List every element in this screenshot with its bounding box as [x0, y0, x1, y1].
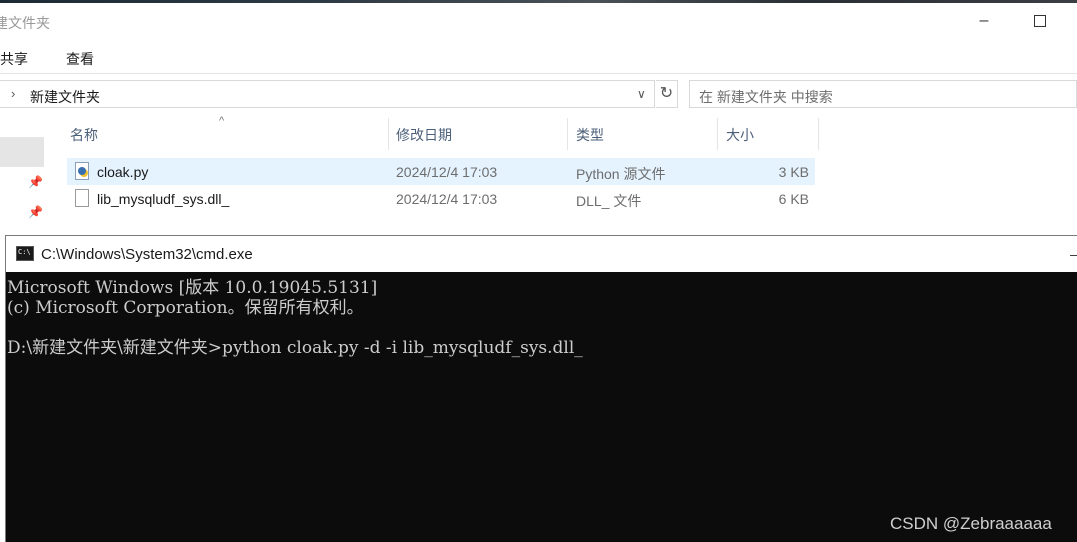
chevron-down-icon[interactable]: ∨	[637, 87, 646, 101]
console-line: (c) Microsoft Corporation。保留所有权利。	[7, 298, 364, 318]
column-divider[interactable]	[567, 118, 568, 150]
column-header-name[interactable]: 名称	[70, 113, 388, 153]
window-title: 建文件夹	[0, 15, 50, 31]
pin-icon: 📌	[28, 175, 43, 189]
file-size: 3 KB	[778, 164, 809, 180]
cmd-window[interactable]: C:\Windows\System32\cmd.exe – Microsoft …	[5, 235, 1077, 542]
tab-share[interactable]: 共享	[0, 49, 28, 69]
file-name: lib_mysqludf_sys.dll_	[97, 191, 230, 207]
cmd-title-bar[interactable]: C:\Windows\System32\cmd.exe –	[6, 236, 1077, 272]
minimize-icon[interactable]: –	[1070, 246, 1077, 262]
address-bar[interactable]: › 新建文件夹 ∨	[0, 80, 655, 108]
generic-file-icon	[75, 189, 89, 207]
ribbon: 共享 查看	[0, 40, 1077, 74]
column-header-size[interactable]: 大小	[726, 113, 816, 153]
column-header-modified[interactable]: 修改日期	[396, 113, 566, 153]
file-type: DLL_ 文件	[576, 193, 642, 209]
file-row[interactable]: cloak.py 2024/12/4 17:03 Python 源文件 3 KB	[67, 158, 815, 185]
search-placeholder: 在 新建文件夹 中搜索	[699, 89, 833, 105]
column-divider[interactable]	[818, 118, 819, 150]
python-file-icon	[75, 162, 89, 180]
column-header-type[interactable]: 类型	[576, 113, 716, 153]
watermark: CSDN @Zebraaaaaa	[890, 514, 1052, 533]
column-divider[interactable]	[388, 118, 389, 150]
title-bar: 建文件夹 –	[0, 3, 1077, 40]
navigation-pane: 📌 📌	[0, 113, 46, 243]
file-name: cloak.py	[97, 164, 149, 180]
console-prompt-line[interactable]: D:\新建文件夹\新建文件夹>python cloak.py -d -i lib…	[7, 333, 583, 358]
tab-view[interactable]: 查看	[66, 49, 94, 69]
minimize-button[interactable]: –	[972, 11, 996, 31]
file-modified: 2024/12/4 17:03	[396, 164, 498, 180]
column-label: 类型	[576, 127, 604, 143]
breadcrumb-folder[interactable]: 新建文件夹	[30, 87, 100, 107]
refresh-button[interactable]: ↻	[656, 80, 678, 108]
console-output[interactable]: Microsoft Windows [版本 10.0.19045.5131] (…	[6, 272, 1077, 542]
column-label: 大小	[726, 127, 754, 143]
chevron-right-icon[interactable]: ›	[11, 86, 15, 101]
maximize-icon	[1034, 15, 1046, 27]
nav-item-selected[interactable]	[0, 137, 44, 167]
file-type: Python 源文件	[576, 166, 666, 182]
column-divider[interactable]	[717, 118, 718, 150]
search-input[interactable]: 在 新建文件夹 中搜索	[689, 80, 1077, 108]
file-size: 6 KB	[778, 191, 809, 207]
column-label: 修改日期	[396, 127, 452, 143]
file-modified: 2024/12/4 17:03	[396, 191, 498, 207]
maximize-button[interactable]	[1028, 11, 1052, 31]
file-row[interactable]: lib_mysqludf_sys.dll_ 2024/12/4 17:03 DL…	[67, 185, 815, 212]
cmd-icon	[16, 246, 34, 261]
cmd-title: C:\Windows\System32\cmd.exe	[41, 246, 253, 263]
pin-icon: 📌	[28, 205, 43, 219]
column-label: 名称	[70, 127, 98, 143]
address-row: › 新建文件夹 ∨ ↻ 在 新建文件夹 中搜索	[0, 80, 1077, 110]
